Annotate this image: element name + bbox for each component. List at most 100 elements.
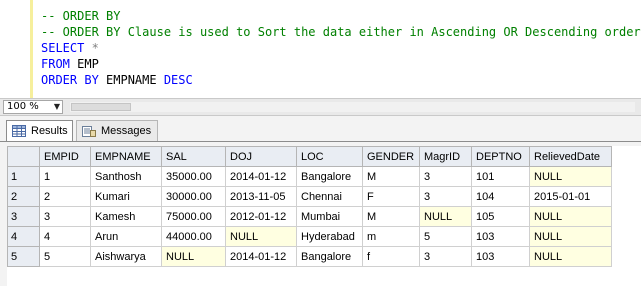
dropdown-arrow-icon: ▼ [53,102,60,111]
zoom-bar: 100 % ▼ [0,98,641,116]
sql-comment: -- ORDER BY Clause is used to Sort the d… [41,25,641,39]
table-cell[interactable]: 30000.00 [161,186,226,207]
column-header[interactable]: SAL [161,146,226,167]
sql-text: EMP [69,57,99,71]
header-row: EMPID EMPNAME SAL DOJ LOC GENDER MagrID … [7,146,612,167]
table-cell[interactable]: F [362,186,420,207]
table-row[interactable]: 1 1 Santhosh 35000.00 2014-01-12 Bangalore M 3 1… [7,166,612,187]
table-cell[interactable]: NULL [529,246,612,267]
table-cell[interactable]: NULL [419,206,472,227]
table-cell[interactable]: Bangalore [296,246,363,267]
table-cell[interactable]: 2014-01-12 [225,246,297,267]
horizontal-scrollbar[interactable] [70,102,635,112]
table-cell[interactable]: Chennai [296,186,363,207]
table-cell[interactable]: 3 [419,246,472,267]
table-cell[interactable]: Bangalore [296,166,363,187]
sql-keyword: SELECT [41,41,85,55]
table-cell[interactable]: 2 [39,186,91,207]
column-header[interactable]: LOC [296,146,363,167]
table-row[interactable]: 5 5 Aishwarya NULL 2014-01-12 Bangalore f 3 103 N… [7,246,612,267]
sql-operator: * [91,41,99,55]
table-cell[interactable]: NULL [225,226,297,247]
editor-gutter [0,0,30,98]
column-header[interactable]: DEPTNO [471,146,530,167]
code-line[interactable]: FROM EMP [41,56,641,72]
code-line[interactable]: SELECT * [41,40,641,56]
table-cell[interactable]: 4 [39,226,91,247]
table-cell[interactable]: 3 [39,206,91,227]
sql-keyword: FROM [41,57,70,71]
table-cell[interactable]: NULL [529,206,612,227]
table-cell[interactable]: 5 [39,246,91,267]
code-line[interactable]: -- ORDER BY Clause is used to Sort the d… [41,24,641,40]
sql-code[interactable]: -- ORDER BY -- ORDER BY Clause is used to… [41,8,641,88]
zoom-select[interactable]: 100 % ▼ [3,100,63,114]
table-cell[interactable]: 5 [419,226,472,247]
change-marker [30,0,33,98]
tab-messages-label: Messages [101,125,152,137]
row-header[interactable]: 5 [7,246,40,267]
sql-text: EMPNAME [98,73,164,87]
tab-divider [0,141,641,142]
table-cell[interactable]: NULL [161,246,226,267]
table-cell[interactable]: 35000.00 [161,166,226,187]
column-header[interactable]: RelievedDate [529,146,612,167]
table-cell[interactable]: 2014-01-12 [225,166,297,187]
row-header[interactable]: 4 [7,226,40,247]
table-row[interactable]: 3 3 Kamesh 75000.00 2012-01-12 Mumbai M NULL 105… [7,206,612,227]
messages-icon [82,126,96,137]
table-cell[interactable]: 105 [471,206,530,227]
tab-results[interactable]: Results [6,120,73,141]
table-cell[interactable]: M [362,166,420,187]
row-header[interactable]: 1 [7,166,40,187]
table-cell[interactable]: Kamesh [90,206,162,227]
table-cell[interactable]: 3 [419,186,472,207]
table-cell[interactable]: 103 [471,226,530,247]
column-header[interactable]: EMPNAME [90,146,162,167]
table-cell[interactable]: m [362,226,420,247]
grid-icon [12,125,26,137]
table-cell[interactable]: Arun [90,226,162,247]
table-cell[interactable]: f [362,246,420,267]
table-cell[interactable]: 103 [471,246,530,267]
table-cell[interactable]: Kumari [90,186,162,207]
results-grid[interactable]: EMPID EMPNAME SAL DOJ LOC GENDER MagrID … [7,146,641,286]
table-row[interactable]: 2 2 Kumari 30000.00 2013-11-05 Chennai F 3 104 20… [7,186,612,207]
sql-keyword: ORDER BY [41,73,99,87]
column-header[interactable]: DOJ [225,146,297,167]
table-cell[interactable]: M [362,206,420,227]
table-row[interactable]: 4 4 Arun 44000.00 NULL Hyderabad m 5 103 NULL [7,226,612,247]
row-header[interactable]: 2 [7,186,40,207]
tab-messages[interactable]: Messages [76,120,158,141]
table-cell[interactable]: 3 [419,166,472,187]
column-header[interactable]: GENDER [362,146,420,167]
sql-keyword: DESC [163,73,193,87]
row-header[interactable]: 3 [7,206,40,227]
corner-cell[interactable] [7,146,40,167]
table-cell[interactable]: 104 [471,186,530,207]
table-cell[interactable]: 2015-01-01 [529,186,612,207]
query-editor[interactable]: -- ORDER BY -- ORDER BY Clause is used to… [0,0,641,98]
table-cell[interactable]: 101 [471,166,530,187]
table-cell[interactable]: Aishwarya [90,246,162,267]
table-cell[interactable]: 75000.00 [161,206,226,227]
results-table[interactable]: EMPID EMPNAME SAL DOJ LOC GENDER MagrID … [7,146,612,267]
table-cell[interactable]: 2013-11-05 [225,186,297,207]
table-cell[interactable]: NULL [529,226,612,247]
table-cell[interactable]: 44000.00 [161,226,226,247]
table-cell[interactable]: NULL [529,166,612,187]
column-header[interactable]: MagrID [419,146,472,167]
tab-results-label: Results [31,125,68,137]
zoom-value: 100 % [7,101,39,112]
scrollbar-thumb[interactable] [71,103,131,111]
column-header[interactable]: EMPID [39,146,91,167]
table-cell[interactable]: Santhosh [90,166,162,187]
table-cell[interactable]: Hyderabad [296,226,363,247]
code-line[interactable]: -- ORDER BY [41,8,641,24]
table-cell[interactable]: Mumbai [296,206,363,227]
results-tabs: Results Messages [0,120,641,142]
code-line[interactable]: ORDER BY EMPNAME DESC [41,72,641,88]
table-cell[interactable]: 1 [39,166,91,187]
table-cell[interactable]: 2012-01-12 [225,206,297,227]
